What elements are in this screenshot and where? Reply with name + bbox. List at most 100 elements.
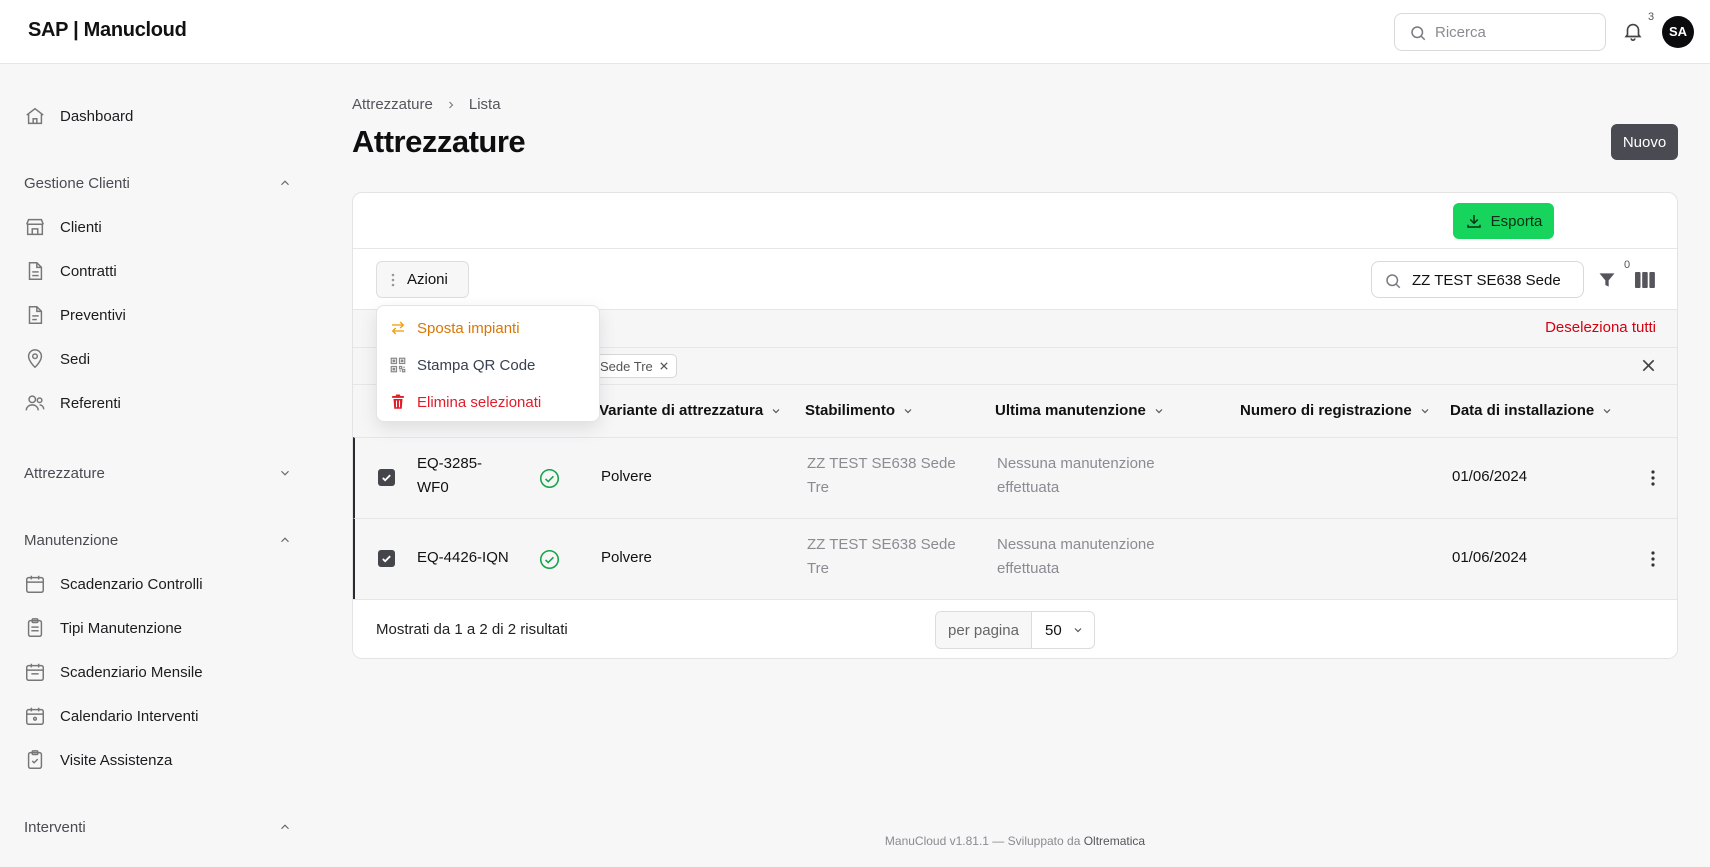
sidebar-item-preventivi[interactable]: Preventivi	[24, 300, 126, 330]
column-header-label: Ultima manutenzione	[995, 402, 1146, 419]
equipment-table-card: Esporta Azioni 0 Deseleziona tutti Sede …	[352, 192, 1678, 659]
column-header-last-maintenance[interactable]: Ultima manutenzione	[995, 402, 1165, 419]
sidebar-item-dashboard[interactable]: Dashboard	[24, 101, 133, 131]
developer-link[interactable]: Oltrematica	[1084, 834, 1145, 848]
search-icon	[1411, 26, 1426, 41]
check-circle-icon	[539, 468, 560, 489]
avatar[interactable]: SA	[1662, 16, 1694, 48]
last-maintenance-cell: Nessuna manutenzione effettuata	[997, 452, 1155, 500]
sidebar-group-attrezzature[interactable]: Attrezzature	[24, 460, 292, 486]
variant-cell: Polvere	[601, 549, 652, 566]
filter-icon[interactable]	[1597, 270, 1617, 290]
sidebar-group-manutenzione[interactable]: Manutenzione	[24, 527, 292, 553]
new-button[interactable]: Nuovo	[1611, 124, 1678, 160]
sidebar-item-label: Scadenziario Mensile	[60, 663, 203, 681]
plant-line: ZZ TEST SE638 Sede	[807, 536, 956, 553]
version-text: ManuCloud v1.81.1 — Sviluppato da	[884, 834, 1081, 848]
clipboard-check-icon	[24, 749, 46, 771]
table-search[interactable]	[1371, 261, 1584, 298]
export-label: Esporta	[1490, 212, 1543, 230]
sidebar-item-label: Sedi	[60, 350, 91, 368]
check-icon	[382, 474, 391, 482]
sidebar-group-gestione-clienti[interactable]: Gestione Clienti	[24, 170, 292, 196]
sidebar-item-tipi-manutenzione[interactable]: Tipi Manutenzione	[24, 613, 182, 643]
column-header-variant[interactable]: Variante di attrezzatura	[599, 402, 782, 419]
results-summary: Mostrati da 1 a 2 di 2 risultati	[376, 621, 568, 638]
swap-arrows-icon	[391, 321, 405, 335]
row-checkbox[interactable]	[378, 469, 395, 486]
actions-dropdown: Sposta impianti Stampa QR Code Elimina s…	[376, 305, 600, 422]
chevron-down-icon	[1074, 628, 1082, 633]
table-row[interactable]: EQ-3285- WF0 Polvere ZZ TEST SE638 Sede Tr…	[353, 437, 1677, 518]
plant-line: ZZ TEST SE638 Sede	[807, 455, 956, 472]
chevron-down-icon	[772, 408, 780, 413]
clipboard-icon	[24, 617, 46, 639]
per-page-select[interactable]: 50	[1032, 612, 1094, 648]
sidebar-item-scadenzario-controlli[interactable]: Scadenzario Controlli	[24, 569, 203, 599]
sidebar-item-label: Referenti	[60, 394, 121, 412]
menu-item-delete-selected[interactable]: Elimina selezionati	[389, 390, 541, 414]
map-pin-icon	[24, 348, 46, 370]
deselect-all-link[interactable]: Deseleziona tutti	[1545, 319, 1656, 336]
menu-item-label: Elimina selezionati	[417, 393, 542, 411]
row-menu-icon[interactable]	[1643, 549, 1663, 569]
row-menu-icon[interactable]	[1643, 468, 1663, 488]
breadcrumb-item[interactable]: Lista	[469, 96, 501, 113]
sidebar-item-contratti[interactable]: Contratti	[24, 256, 117, 286]
global-search[interactable]	[1394, 13, 1606, 51]
filter-count: 0	[1624, 259, 1631, 271]
sidebar-item-visite-assistenza[interactable]: Visite Assistenza	[24, 745, 172, 775]
sidebar-item-scadenziario-mensile[interactable]: Scadenziario Mensile	[24, 657, 203, 687]
equipment-code-line: EQ-3285-	[417, 455, 483, 472]
per-page-label: per pagina	[936, 612, 1032, 648]
menu-item-label: Stampa QR Code	[417, 356, 536, 374]
sidebar-item-calendario-interventi[interactable]: Calendario Interventi	[24, 701, 198, 731]
close-icon[interactable]	[660, 362, 668, 370]
plant-line: Tre	[807, 560, 829, 577]
actions-button[interactable]: Azioni	[376, 261, 469, 298]
notification-count: 3	[1648, 11, 1655, 23]
row-checkbox[interactable]	[378, 550, 395, 567]
table-row[interactable]: EQ-4426-IQN Polvere ZZ TEST SE638 Sede Tr…	[353, 518, 1677, 599]
sidebar-item-sedi[interactable]: Sedi	[24, 344, 90, 374]
sidebar-group-label: Gestione Clienti	[24, 174, 130, 192]
chevron-down-icon	[1603, 408, 1611, 413]
qr-code-icon	[390, 357, 406, 373]
clear-filters-icon[interactable]	[1642, 359, 1655, 372]
sidebar-item-label: Calendario Interventi	[60, 707, 199, 725]
menu-item-move-equipment[interactable]: Sposta impianti	[389, 316, 520, 340]
app-logo[interactable]: SAP | Manucloud	[28, 19, 187, 42]
document-icon	[24, 260, 46, 282]
column-header-install-date[interactable]: Data di installazione	[1450, 402, 1613, 419]
export-button[interactable]: Esporta	[1453, 203, 1554, 239]
equipment-code[interactable]: EQ-3285- WF0	[417, 452, 482, 500]
columns-icon[interactable]	[1635, 271, 1655, 289]
chevron-up-icon	[281, 537, 289, 543]
sidebar-item-label: Scadenzario Controlli	[60, 575, 203, 593]
breadcrumb-item[interactable]: Attrezzature	[352, 96, 433, 113]
chevron-down-icon	[281, 470, 289, 476]
menu-item-print-qr[interactable]: Stampa QR Code	[389, 353, 535, 377]
variant-cell: Polvere	[601, 468, 652, 485]
sidebar: Dashboard Gestione Clienti Clienti Contr…	[0, 64, 310, 867]
menu-item-label: Sposta impianti	[417, 319, 520, 337]
bell-icon[interactable]	[1622, 20, 1644, 42]
trash-icon	[392, 394, 404, 409]
global-search-input[interactable]	[1435, 22, 1595, 42]
filter-chip[interactable]: Sede Tre	[593, 354, 677, 378]
chevron-up-icon	[281, 180, 289, 186]
last-maintenance-line: Nessuna manutenzione	[997, 455, 1155, 472]
sidebar-item-clienti[interactable]: Clienti	[24, 212, 102, 242]
equipment-code[interactable]: EQ-4426-IQN	[417, 546, 509, 570]
page-title: Attrezzature	[352, 124, 526, 159]
table-search-input[interactable]	[1412, 270, 1578, 290]
sidebar-item-label: Visite Assistenza	[60, 751, 173, 769]
column-header-plant[interactable]: Stabilimento	[805, 402, 914, 419]
column-header-registration-number[interactable]: Numero di registrazione	[1240, 402, 1431, 419]
chevron-down-icon	[1155, 408, 1163, 413]
filter-chip-label: Sede Tre	[600, 358, 653, 374]
sidebar-item-label: Contratti	[60, 262, 117, 280]
sidebar-item-label: Preventivi	[60, 306, 126, 324]
sidebar-item-referenti[interactable]: Referenti	[24, 388, 121, 418]
actions-label: Azioni	[407, 271, 448, 288]
